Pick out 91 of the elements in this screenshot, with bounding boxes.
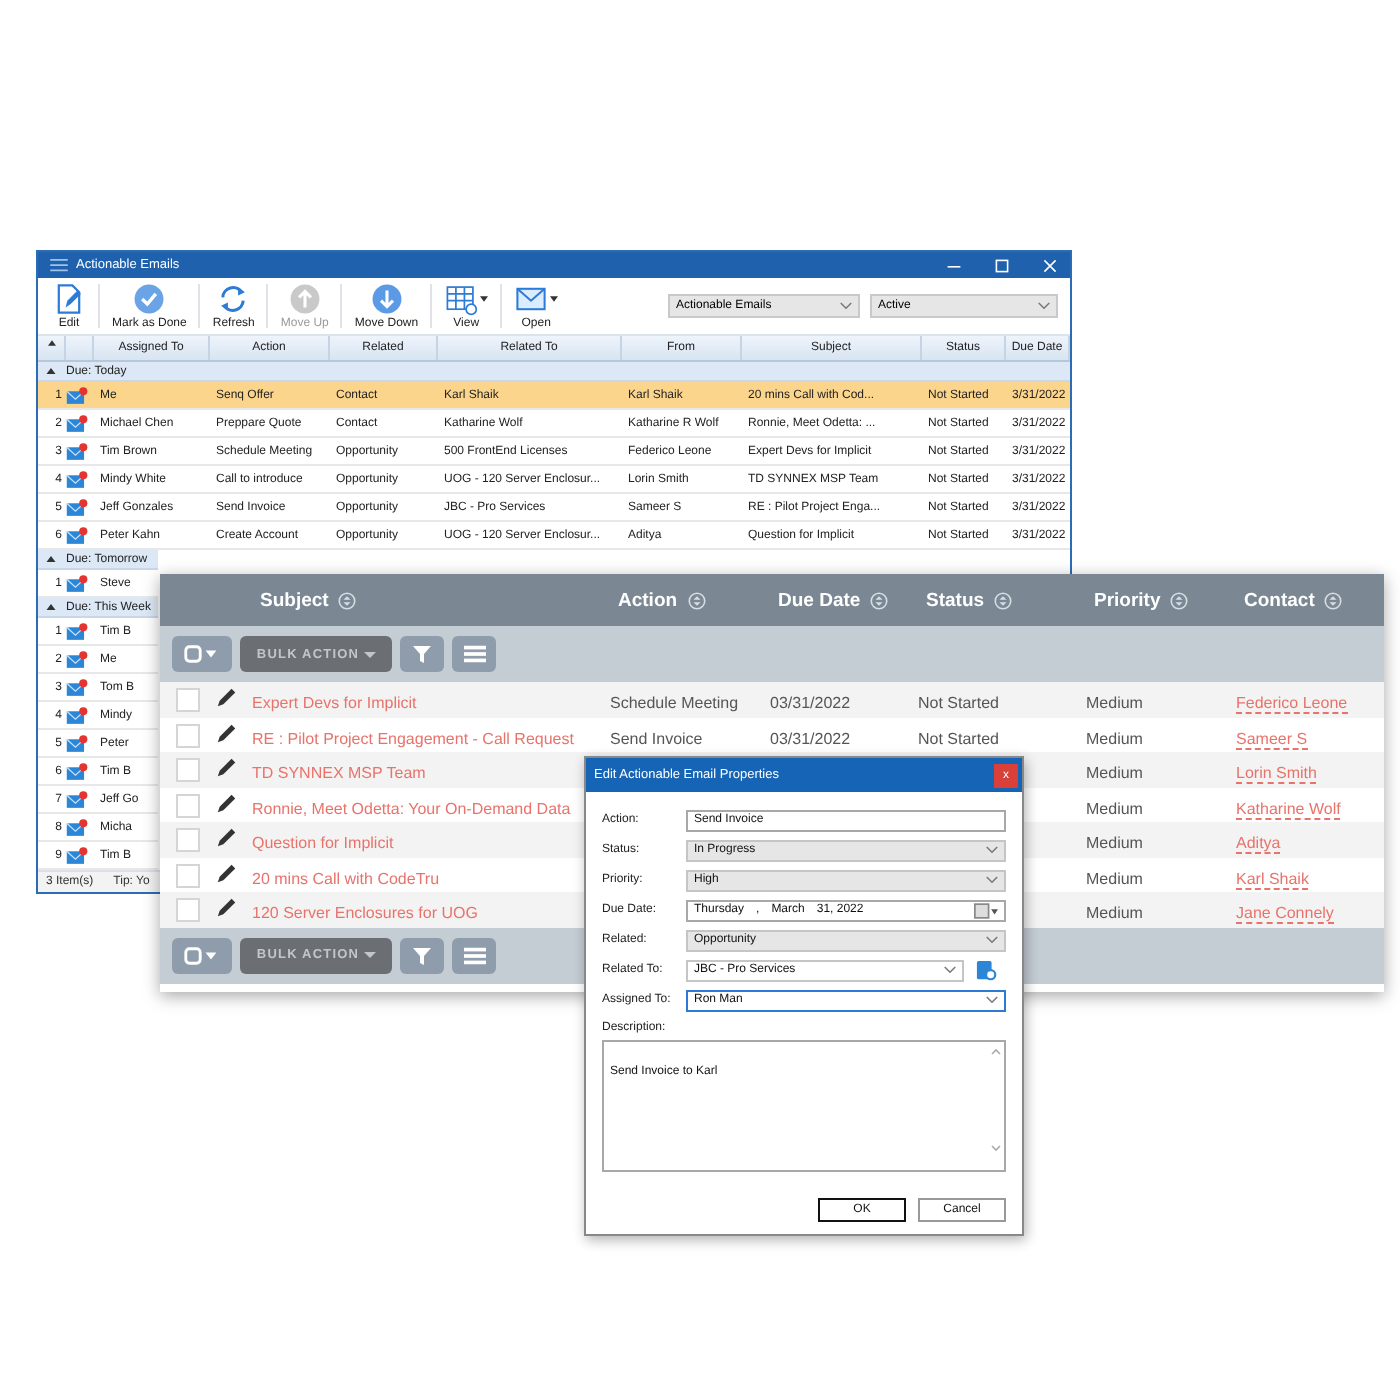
table-cell: Medium <box>1086 799 1143 817</box>
chevron-down-icon <box>986 996 998 1004</box>
row-checkbox[interactable] <box>176 688 200 712</box>
sort-icon[interactable] <box>338 591 357 609</box>
envelope-icon <box>66 525 88 546</box>
table-cell: Medium <box>1086 869 1143 887</box>
table-cell: 03/31/2022 <box>770 694 851 712</box>
checkbox-caret-icon <box>184 644 220 664</box>
sort-icon[interactable] <box>994 591 1013 609</box>
column-header[interactable]: Status <box>926 589 985 611</box>
envelope-icon <box>66 573 88 594</box>
envelope-icon <box>66 441 88 462</box>
collapse-icon[interactable] <box>46 604 56 611</box>
pencil-icon[interactable] <box>216 721 238 743</box>
column-header[interactable]: Due Date <box>778 589 861 611</box>
envelope-icon <box>66 385 88 406</box>
filter-button[interactable] <box>400 636 444 672</box>
table-cell: Schedule Meeting <box>610 694 739 712</box>
column-header[interactable]: Subject <box>260 589 329 611</box>
envelope-icon <box>66 761 88 782</box>
collapse-icon[interactable] <box>46 368 56 375</box>
sort-icon[interactable] <box>687 591 706 609</box>
close-icon[interactable] <box>1042 257 1058 274</box>
table-cell: Not Started <box>918 729 999 747</box>
pencil-icon[interactable] <box>216 791 238 813</box>
envelope-icon <box>66 705 88 726</box>
table-cell: Not Started <box>918 694 999 712</box>
table-cell: Medium <box>1086 764 1143 782</box>
select-dropdown-button[interactable] <box>172 937 232 973</box>
checkbox-caret-icon <box>184 945 220 965</box>
envelope-icon <box>66 845 88 866</box>
pencil-icon[interactable] <box>216 686 238 708</box>
chevron-down-icon <box>986 876 998 884</box>
envelope-icon <box>66 621 88 642</box>
pencil-icon[interactable] <box>216 861 238 883</box>
row-checkbox[interactable] <box>176 863 200 887</box>
filter-icon <box>412 644 432 664</box>
table-cell: 03/31/2022 <box>770 729 851 747</box>
column-header[interactable]: Action <box>618 589 678 611</box>
table-cell: Medium <box>1086 904 1143 922</box>
envelope-icon <box>66 789 88 810</box>
filter-icon <box>412 945 432 965</box>
table-cell: Medium <box>1086 729 1143 747</box>
chevron-down-icon <box>944 966 956 974</box>
chevron-down-icon <box>840 302 852 311</box>
row-checkbox[interactable] <box>176 828 200 852</box>
caret-icon <box>363 950 376 960</box>
check-circle-icon <box>132 282 167 317</box>
chevron-down-icon <box>1038 302 1050 311</box>
row-checkbox[interactable] <box>176 898 200 922</box>
refresh-icon <box>216 282 251 317</box>
table-cell: Send Invoice <box>610 729 703 747</box>
column-header[interactable]: Contact <box>1244 589 1315 611</box>
pencil-icon[interactable] <box>216 826 238 848</box>
caret-icon <box>480 296 489 303</box>
envelope-icon <box>66 649 88 670</box>
row-checkbox[interactable] <box>176 723 200 747</box>
table-cell: Medium <box>1086 694 1143 712</box>
caret-icon <box>550 296 559 303</box>
grid-icon <box>444 282 479 317</box>
collapse-icon[interactable] <box>46 556 56 563</box>
column-header[interactable]: Priority <box>1094 589 1161 611</box>
table-cell: Medium <box>1086 834 1143 852</box>
scrollbar[interactable] <box>990 1044 1002 1156</box>
caret-icon <box>363 649 376 659</box>
chevron-down-icon <box>986 846 998 854</box>
envelope-icon <box>66 733 88 754</box>
list-button[interactable] <box>452 937 496 973</box>
row-checkbox[interactable] <box>176 793 200 817</box>
envelope-icon <box>66 497 88 518</box>
row-checkbox[interactable] <box>176 758 200 782</box>
sort-arrow-icon[interactable] <box>47 340 55 347</box>
chevron-down-icon <box>986 936 998 944</box>
envelope-icon <box>66 817 88 838</box>
calendar-icon[interactable] <box>974 901 998 919</box>
select-dropdown-button[interactable] <box>172 636 232 672</box>
list-icon <box>463 644 485 664</box>
envelope-icon <box>66 413 88 434</box>
menu-icon[interactable] <box>50 258 68 273</box>
envelope-icon <box>66 677 88 698</box>
lookup-icon[interactable] <box>976 959 998 981</box>
filter-button[interactable] <box>400 937 444 973</box>
envelope-icon <box>66 469 88 490</box>
list-icon <box>463 945 485 965</box>
list-button[interactable] <box>452 636 496 672</box>
sort-icon[interactable] <box>1324 591 1343 609</box>
edit-icon <box>52 282 86 317</box>
pencil-icon[interactable] <box>216 756 238 778</box>
sort-icon[interactable] <box>1170 591 1189 609</box>
maximize-icon[interactable] <box>994 257 1010 274</box>
sort-icon[interactable] <box>870 591 889 609</box>
